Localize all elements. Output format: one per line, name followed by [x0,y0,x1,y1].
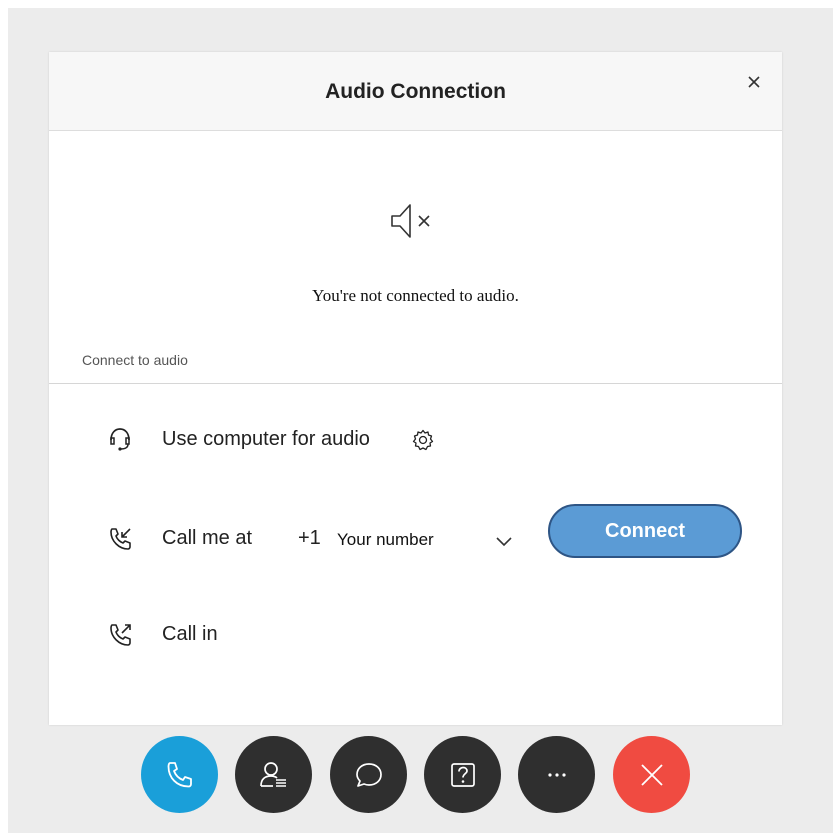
participants-button[interactable] [235,736,312,813]
help-button[interactable] [424,736,501,813]
headset-icon [108,426,132,457]
use-computer-audio-option[interactable]: Use computer for audio [162,428,370,451]
dialog-title: Audio Connection [325,80,506,103]
audio-connection-dialog: Audio Connection You're not connected to… [49,52,782,725]
divider [49,383,782,384]
chat-icon [355,762,382,787]
connect-button[interactable]: Connect [548,504,742,558]
section-label: Connect to audio [82,352,188,368]
country-code-selector[interactable]: +1 [298,527,321,550]
phone-incoming-icon [108,526,134,557]
speaker-muted-icon [388,192,446,255]
more-button[interactable] [518,736,595,813]
call-me-option[interactable]: Call me at [162,527,252,550]
close-icon[interactable] [744,72,764,92]
chat-button[interactable] [330,736,407,813]
phone-number-input[interactable] [337,526,477,554]
dialog-header: Audio Connection [49,52,782,131]
phone-icon [167,761,192,787]
audio-status-text: You're not connected to audio. [312,286,519,305]
phone-outgoing-icon [108,622,134,653]
participants-icon [259,761,286,787]
gear-icon[interactable] [412,429,434,456]
question-icon [450,762,475,787]
audio-button[interactable] [141,736,218,813]
more-icon [547,772,566,777]
close-icon [640,763,663,786]
chevron-down-icon[interactable] [496,534,512,552]
leave-meeting-button[interactable] [613,736,690,813]
call-in-option[interactable]: Call in [162,623,218,646]
